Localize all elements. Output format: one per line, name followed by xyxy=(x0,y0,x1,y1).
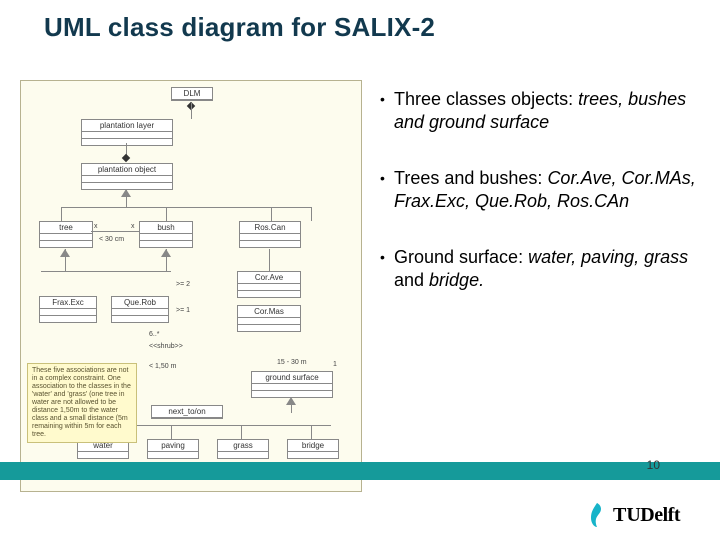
logo-u: U xyxy=(626,504,640,527)
bullet-icon: • xyxy=(380,167,394,212)
box-dlm: DLM xyxy=(172,88,212,100)
constraint-note: These five associations are not in a com… xyxy=(27,363,137,443)
uml-diagram: DLM plantation layer plantation object t… xyxy=(20,80,362,492)
bullet-icon: • xyxy=(380,88,394,133)
lbl-one: 1 xyxy=(333,361,337,368)
lbl-ge2: >= 2 xyxy=(176,281,190,288)
box-roscan: Ros.Can xyxy=(240,222,300,234)
triangle-icon xyxy=(121,189,131,197)
bullet-icon: • xyxy=(380,246,394,291)
box-ground: ground surface xyxy=(252,372,332,384)
box-tree: tree xyxy=(40,222,92,234)
triangle-icon xyxy=(60,249,70,257)
box-object: plantation object xyxy=(82,164,172,176)
box-next: next_to/on xyxy=(152,406,222,418)
box-cormas: Cor.Mas xyxy=(238,306,300,318)
lbl-six: 6..* xyxy=(149,331,160,338)
box-bush: bush xyxy=(140,222,192,234)
list-item: • Three classes objects: trees, bushes a… xyxy=(380,88,700,133)
flame-icon xyxy=(587,502,607,528)
box-fraxexc: Frax.Exc xyxy=(40,297,96,309)
triangle-icon xyxy=(286,397,296,405)
box-paving: paving xyxy=(148,440,198,452)
page-title: UML class diagram for SALIX-2 xyxy=(44,12,435,43)
triangle-icon xyxy=(161,249,171,257)
bullet-em: water, paving, grass xyxy=(528,247,688,267)
list-item: • Trees and bushes: Cor.Ave, Cor.MAs, Fr… xyxy=(380,167,700,212)
lbl-ge1: >= 1 xyxy=(176,307,190,314)
bullet-tail: and xyxy=(394,270,429,290)
bullet-list: • Three classes objects: trees, bushes a… xyxy=(380,88,700,325)
bullet-lead: Trees and bushes: xyxy=(394,168,542,188)
lbl-x: x xyxy=(94,223,98,230)
diamond-icon xyxy=(122,154,130,162)
logo-rest: Delft xyxy=(640,504,680,527)
box-querob: Que.Rob xyxy=(112,297,168,309)
bullet-lead: Three classes objects: xyxy=(394,89,573,109)
lbl-lt30: < 30 cm xyxy=(99,236,124,243)
tudelft-logo: TUDelft xyxy=(587,502,680,528)
box-corave: Cor.Ave xyxy=(238,272,300,284)
bullet-lead: Ground surface: xyxy=(394,247,523,267)
footer-bar xyxy=(0,462,720,480)
logo-t: T xyxy=(613,504,626,527)
box-layer: plantation layer xyxy=(82,120,172,132)
lbl-shrub: <<shrub>> xyxy=(149,343,183,350)
box-bridge: bridge xyxy=(288,440,338,452)
bullet-em2: bridge. xyxy=(429,270,484,290)
page-number: 10 xyxy=(647,458,660,472)
lbl-lt1m: < 1,50 m xyxy=(149,363,176,370)
box-grass: grass xyxy=(218,440,268,452)
lbl-x: x xyxy=(131,223,135,230)
lbl-15: 15 - 30 m xyxy=(277,359,307,366)
list-item: • Ground surface: water, paving, grass a… xyxy=(380,246,700,291)
